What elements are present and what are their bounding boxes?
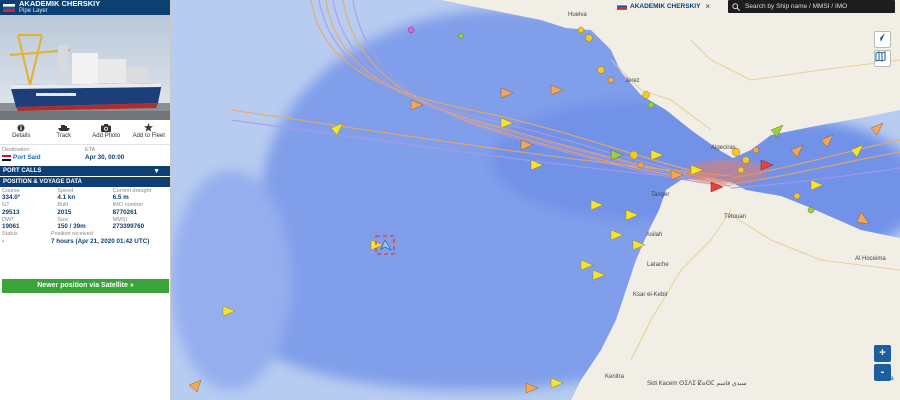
place-label: Tétouan bbox=[724, 214, 747, 220]
position-voyage-title: POSITION & VOYAGE DATA bbox=[3, 178, 82, 185]
place-label: Sidi Kacem ⵙⵉⴷⵉ ⵇⴰⵙⵎ سيدي قاسم bbox=[647, 381, 747, 387]
place-label: Algeciras bbox=[711, 145, 736, 151]
track-label: Track bbox=[56, 133, 72, 139]
vessel-dot[interactable] bbox=[597, 66, 605, 74]
add-to-fleet-label: Add to Fleet bbox=[132, 133, 165, 139]
zoom-in-button[interactable]: + bbox=[874, 345, 891, 362]
speed-value: 4.1 kn bbox=[57, 194, 76, 201]
vessel-dot[interactable] bbox=[607, 76, 615, 84]
vessel-type: Pipe Layer bbox=[19, 8, 48, 14]
track-action[interactable]: Track bbox=[44, 122, 84, 139]
voyage-summary: Destination Port Said ETA Apr 30, 00:00 bbox=[0, 147, 170, 162]
camera-icon bbox=[101, 123, 112, 132]
position-voyage-section[interactable]: POSITION & VOYAGE DATA bbox=[0, 175, 170, 187]
add-photo-action[interactable]: Add Photo bbox=[86, 122, 126, 139]
size-value: 150 / 39m bbox=[57, 223, 86, 230]
vessel-header: AKADEMIK CHERSKIY Pipe Layer bbox=[0, 0, 170, 15]
built-value: 2015 bbox=[57, 208, 72, 216]
ship-icon bbox=[57, 124, 70, 131]
dwt-value: 19061 bbox=[2, 223, 20, 230]
vessel-info-panel: AKADEMIK CHERSKIY Pipe Layer Details Tra… bbox=[0, 0, 171, 400]
double-chevron-right-icon: » bbox=[129, 282, 134, 289]
vessel-dot[interactable] bbox=[793, 192, 801, 200]
vessel-dot[interactable] bbox=[585, 34, 593, 42]
flag-icon bbox=[617, 3, 627, 10]
vessel-dot[interactable] bbox=[737, 166, 745, 174]
port-calls-section[interactable]: PORT CALLS ▼ bbox=[0, 164, 170, 176]
vessel-dot[interactable] bbox=[647, 101, 655, 109]
imo-value: 8770261 bbox=[112, 208, 138, 216]
details-action[interactable]: Details bbox=[1, 122, 41, 139]
position-received-value: 7 hours (Apr 21, 2020 01:42 UTC) bbox=[51, 237, 150, 245]
map-book-icon bbox=[875, 51, 886, 62]
vessel-dot[interactable] bbox=[752, 146, 760, 154]
place-label: Asilah bbox=[646, 232, 663, 238]
satellite-button-label: Newer position via Satellite bbox=[37, 282, 128, 289]
search-placeholder: Search by Ship name / MMSI / IMO bbox=[745, 3, 848, 10]
place-label: Tanger bbox=[651, 192, 670, 198]
status-value: - bbox=[2, 237, 5, 245]
flag-icon bbox=[3, 4, 15, 12]
add-to-fleet-action[interactable]: Add to Fleet bbox=[129, 122, 169, 139]
course-value: 334.0° bbox=[2, 194, 21, 201]
mmsi-value: 273399760 bbox=[112, 223, 145, 230]
vessel-name: AKADEMIK CHERSKIY bbox=[19, 0, 101, 8]
place-label: Huelva bbox=[568, 12, 587, 18]
place-label: Al Hoceima bbox=[855, 256, 886, 262]
vessel-details-grid: Course 334.0° Speed 4.1 kn Current draught… bbox=[0, 187, 170, 246]
zoom-out-button[interactable]: - bbox=[874, 364, 891, 381]
port-calls-title: PORT CALLS bbox=[3, 167, 42, 174]
vessel-dot[interactable] bbox=[807, 206, 815, 214]
map-layers-button[interactable] bbox=[874, 50, 891, 67]
place-label: Ksar el-Kebir bbox=[633, 292, 668, 298]
map-layer bbox=[171, 0, 900, 400]
close-icon[interactable]: × bbox=[703, 2, 710, 11]
vessel-dot[interactable] bbox=[458, 33, 464, 39]
measure-tool-button[interactable] bbox=[874, 31, 891, 48]
draught-value: 6.5 m bbox=[112, 194, 129, 201]
place-label: Kenitra bbox=[605, 374, 625, 380]
vessel-dot[interactable] bbox=[742, 156, 750, 164]
place-label: Larache bbox=[647, 262, 669, 268]
place-label: Jerez bbox=[625, 78, 640, 84]
vessel-photo[interactable] bbox=[0, 15, 170, 120]
vessel-dot[interactable] bbox=[577, 26, 585, 34]
star-icon bbox=[144, 123, 154, 132]
info-icon bbox=[17, 124, 25, 131]
vessel-dot[interactable] bbox=[642, 91, 650, 99]
selected-ship-tag[interactable]: AKADEMIK CHERSKIY × bbox=[617, 1, 710, 12]
selected-ship-name: AKADEMIK CHERSKIY bbox=[630, 3, 701, 10]
vessel-dot[interactable] bbox=[637, 161, 645, 169]
vessel-actions: Details Track Add Photo Add to Fleet bbox=[0, 120, 170, 145]
app: AKADEMIK CHERSKIY Pipe Layer Details Tra… bbox=[0, 0, 900, 400]
satellite-position-button[interactable]: Newer position via Satellite » bbox=[2, 279, 169, 293]
gt-value: 29513 bbox=[2, 208, 20, 216]
vessel-dot[interactable] bbox=[407, 26, 415, 34]
add-photo-label: Add Photo bbox=[92, 133, 121, 139]
search-icon bbox=[732, 2, 740, 11]
egypt-flag-icon bbox=[2, 154, 11, 161]
details-label: Details bbox=[12, 133, 31, 139]
map-canvas[interactable]: Huelva Jerez Algeciras Tanger Tétouan As… bbox=[171, 0, 900, 400]
compass-icon bbox=[876, 33, 885, 42]
destination-value[interactable]: Port Said bbox=[13, 154, 41, 162]
search-input[interactable]: Search by Ship name / MMSI / IMO bbox=[728, 0, 895, 13]
vessel-dot[interactable] bbox=[629, 150, 639, 160]
eta-value: Apr 30, 00:00 bbox=[85, 153, 125, 161]
